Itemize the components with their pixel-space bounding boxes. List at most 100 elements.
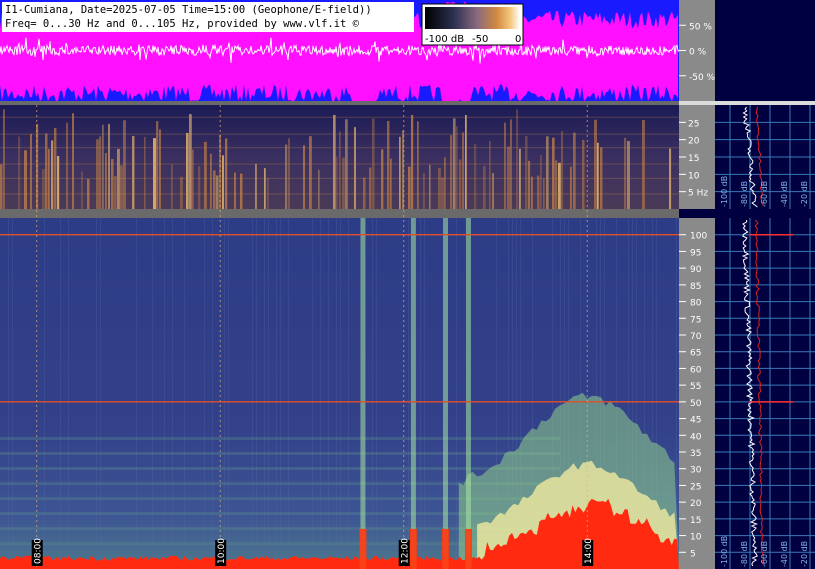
spectrogram-low-panel: [0, 105, 679, 209]
spectrogram-low-striation: [303, 145, 306, 209]
spectrogram-low-band: [0, 116, 679, 118]
colorbar-label-min: -100 dB: [425, 34, 464, 45]
spectrogram-low-tick-label: 5 Hz: [688, 189, 708, 199]
spectrogram-high-tick-label: 100: [690, 232, 707, 242]
spectrogram-high-texture: [252, 218, 253, 569]
spectrogram-high-texture: [288, 218, 289, 569]
spectrogram-low-striation: [411, 114, 414, 209]
spectrogram-low-striation: [24, 150, 27, 209]
spectrogram-high-tick-label: 10: [690, 533, 702, 543]
spectrogram-low-striation: [525, 136, 528, 209]
axis-separator: [679, 101, 815, 105]
spectrogram-high-texture: [184, 218, 185, 569]
spectrogram-high-texture: [172, 218, 173, 569]
spectrum-tick-label: -100 dB: [720, 176, 729, 207]
spectrogram-low-striation: [465, 115, 467, 209]
spectrogram-low-striation: [570, 166, 572, 209]
spectrogram-high-texture: [212, 218, 213, 569]
spectrogram-low-striation: [225, 138, 228, 209]
spectrogram-low-striation: [438, 167, 441, 209]
spectrogram-low-striation: [255, 163, 257, 209]
spectrogram-high-texture: [280, 218, 281, 569]
spectrogram-low-striation: [462, 132, 465, 209]
spectrum-tick-group: -100 dB: [720, 176, 729, 207]
spectrogram-low-striation: [120, 165, 123, 209]
spectrogram-high-harmonic: [0, 467, 560, 471]
spectrogram-low-striation: [189, 114, 192, 209]
spectrogram-low-tick-label: 20: [688, 137, 700, 147]
axis-separator: [679, 209, 815, 218]
spectrogram-low-striation: [441, 177, 444, 209]
spectrogram-low-striation: [111, 159, 114, 209]
spectrogram-low-band: [0, 147, 679, 149]
spectrogram-low-striation: [192, 149, 194, 209]
spectrum-tick-group: -80 dB: [740, 181, 749, 207]
spectrogram-high-texture: [328, 218, 329, 569]
spectrogram-low-striation: [54, 127, 57, 209]
spectrogram-low-striation: [444, 157, 446, 209]
header-line-2: Freq= 0...30 Hz and 0...105 Hz, provided…: [5, 18, 360, 30]
spectrogram-low-striation: [507, 146, 510, 209]
spectrogram-high-tick-label: 45: [690, 416, 701, 426]
spectrogram-low-striation: [204, 141, 207, 209]
spectrogram-high-texture: [312, 218, 313, 569]
spectrogram-high-tick-label: 5: [690, 549, 696, 559]
spectrogram-low-band: [0, 177, 679, 180]
spectrogram-low-band: [0, 193, 679, 195]
spectrogram-high-texture: [456, 218, 457, 569]
time-label: 14:00: [584, 538, 594, 564]
spectrum-tick-group: -80 dB: [740, 541, 749, 567]
spectrogram-low-striation: [81, 171, 83, 209]
spectrum-tick-label: -80 dB: [740, 541, 749, 567]
spectrogram-low-striation: [408, 166, 411, 209]
spectrogram-low-striation: [363, 177, 366, 209]
spectrogram-low-striation: [552, 137, 555, 209]
colorbar-gradient: [425, 7, 520, 29]
spectrogram-high-texture: [100, 218, 101, 569]
spectrogram-high-texture: [12, 218, 13, 569]
spectrogram-low-striation: [390, 158, 392, 209]
spectrogram-high-harmonic: [0, 436, 560, 440]
spectrogram-low-striation: [171, 164, 173, 209]
spectrogram-low-striation: [108, 123, 110, 209]
spectrogram-low-striation: [45, 133, 48, 209]
spectrogram-low-striation: [555, 160, 558, 209]
spectrogram-low-striation: [504, 122, 506, 209]
spectrogram-high-tick-label: 95: [690, 248, 701, 258]
spectrum-tick-group: -20 dB: [800, 541, 809, 567]
spectrogram-low-striation: [0, 164, 3, 209]
spectrogram-low-striation: [66, 122, 69, 209]
spectrogram-high-tick-label: 80: [690, 299, 702, 309]
spectrogram-high-burst: [465, 218, 471, 569]
spectrogram-low-striation: [402, 130, 405, 209]
spectrogram-low-striation: [153, 138, 156, 209]
spectrogram-high-tick-label: 40: [690, 432, 702, 442]
spectrogram-high-texture: [204, 218, 205, 569]
spectrogram-high-tick-label: 15: [690, 516, 701, 526]
spectrogram-low-striation: [114, 176, 117, 209]
vlf-figure: 08:00 10:00 12:00 14:00 50 % 0 % -50 % 5 Hz 10…: [0, 0, 815, 569]
spectrogram-high-tick-label: 60: [690, 365, 702, 375]
spectrum-tick-group: -20 dB: [800, 181, 809, 207]
spectrogram-high-burst-base: [409, 528, 417, 569]
spectrogram-high-texture: [228, 218, 229, 569]
spectrogram-high-texture: [256, 218, 257, 569]
spectrogram-low-striation: [429, 164, 431, 209]
spectrogram-low-striation: [459, 159, 462, 209]
spectrogram-low-striation: [102, 124, 104, 209]
spectrogram-high-tick-label: 90: [690, 265, 702, 275]
spectrogram-high-tick-label: 65: [690, 349, 701, 359]
spectrogram-low-striation: [342, 157, 345, 209]
spectrogram-low-striation: [450, 135, 453, 209]
spectrum-tick-label: -20 dB: [800, 541, 809, 567]
spectrogram-low-striation: [354, 127, 356, 209]
spectrogram-low-tick-label: 10: [688, 171, 700, 181]
time-label: 10:00: [217, 538, 227, 564]
panel-separator: [0, 209, 679, 218]
spectrogram-high-texture: [276, 218, 277, 569]
spectrogram-low-striation: [72, 113, 75, 209]
spectrogram-high-texture: [224, 218, 225, 569]
amplitude-tick-label: 50 %: [689, 22, 712, 32]
spectrogram-high-texture: [8, 218, 9, 569]
spectrum-tick-label: -40 dB: [780, 541, 789, 567]
